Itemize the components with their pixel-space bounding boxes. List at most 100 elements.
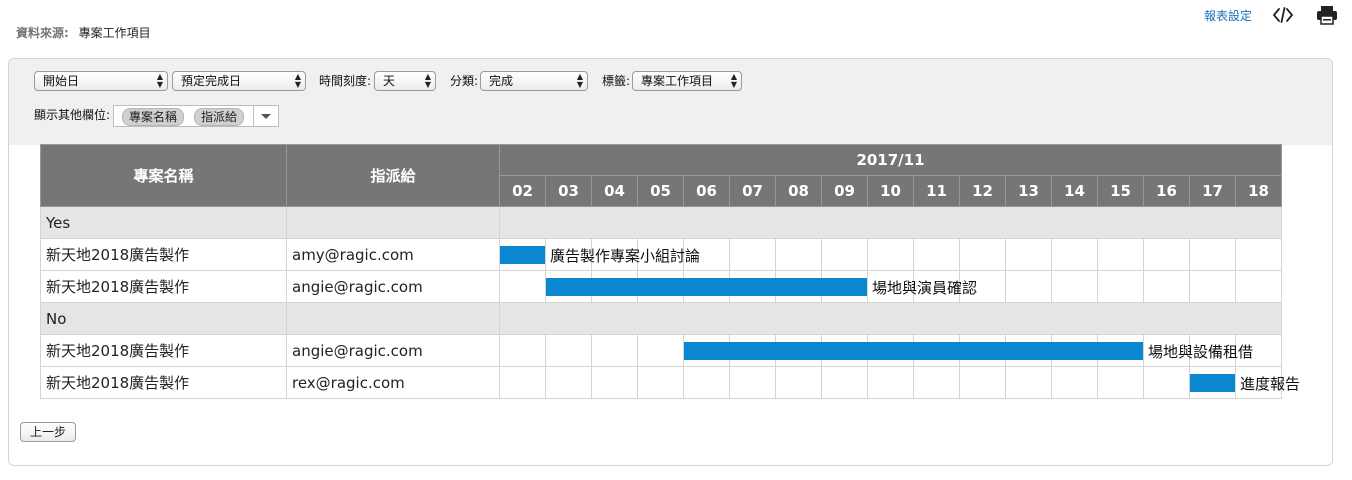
day-cell	[1189, 270, 1236, 303]
data-source: 資料來源: 專案工作項目	[16, 24, 151, 41]
top-toolbar: 報表設定	[1204, 4, 1340, 26]
day-cell	[1143, 270, 1190, 303]
category-select[interactable]: 完成 ▲ ▼	[480, 71, 588, 91]
group-row: Yes	[40, 206, 1282, 239]
day-cell	[1051, 270, 1098, 303]
day-cell	[1143, 238, 1190, 271]
task-label: 場地與演員確認	[872, 279, 978, 297]
day-cell	[545, 366, 592, 399]
day-header: 14	[1051, 175, 1098, 207]
category-label: 分類:	[450, 74, 479, 88]
day-header: 12	[959, 175, 1006, 207]
end-date-select[interactable]: 預定完成日 ▲ ▼	[172, 71, 306, 91]
start-date-select-value: 開始日	[43, 74, 80, 88]
tag-label: 標籤:	[602, 74, 631, 88]
task-bar[interactable]	[546, 278, 867, 296]
day-cell	[637, 334, 684, 367]
column-header-assignee: 指派給	[286, 144, 500, 207]
day-cell	[683, 366, 730, 399]
group-filler	[286, 206, 500, 239]
day-header: 10	[867, 175, 914, 207]
day-cell	[499, 334, 546, 367]
select-arrows-icon: ▲ ▼	[156, 72, 163, 89]
day-cell	[959, 238, 1006, 271]
table-row[interactable]: 新天地2018廣告製作 rex@ragic.com 進度報告	[40, 366, 1300, 399]
day-header: 18	[1235, 175, 1282, 207]
gantt-body: Yes 新天地2018廣告製作 amy@ragic.com 廣告製作專案小組討論 新天地…	[40, 206, 1300, 399]
day-header: 09	[821, 175, 868, 207]
day-cell	[545, 334, 592, 367]
task-bar[interactable]	[1190, 374, 1235, 392]
day-cell	[1235, 238, 1282, 271]
group-label: No	[40, 302, 287, 335]
day-cell	[1097, 270, 1144, 303]
day-cell	[591, 366, 638, 399]
day-header: 07	[729, 175, 776, 207]
group-filler	[499, 302, 1282, 335]
report-settings-link[interactable]: 報表設定	[1204, 7, 1252, 24]
project-name-cell: 新天地2018廣告製作	[40, 238, 287, 271]
printer-icon[interactable]	[1314, 4, 1340, 26]
day-cell	[499, 366, 546, 399]
code-icon[interactable]	[1270, 4, 1296, 26]
day-header: 06	[683, 175, 730, 207]
group-label: Yes	[40, 206, 287, 239]
group-filler	[286, 302, 500, 335]
data-source-value: 專案工作項目	[78, 26, 151, 40]
start-date-select[interactable]: 開始日 ▲ ▼	[34, 71, 168, 91]
other-fields-multiselect[interactable]: 專案名稱 指派給	[113, 105, 279, 127]
chevron-down-icon[interactable]	[253, 106, 278, 126]
day-cell	[867, 366, 914, 399]
select-arrows-icon: ▲ ▼	[294, 72, 301, 89]
back-button[interactable]: 上一步	[20, 422, 76, 442]
day-header: 11	[913, 175, 960, 207]
day-header: 03	[545, 175, 592, 207]
group-filler	[499, 206, 1282, 239]
task-bar[interactable]	[684, 342, 1143, 360]
table-row[interactable]: 新天地2018廣告製作 amy@ragic.com 廣告製作專案小組討論	[40, 238, 1282, 271]
day-cell	[1143, 366, 1190, 399]
task-label: 進度報告	[1240, 375, 1301, 393]
category-select-value: 完成	[489, 74, 514, 88]
day-cell	[1235, 270, 1282, 303]
day-cell	[729, 366, 776, 399]
day-cell	[1189, 238, 1236, 271]
day-cell	[499, 270, 546, 303]
day-header: 16	[1143, 175, 1190, 207]
day-header: 13	[1005, 175, 1052, 207]
task-label: 場地與設備租借	[1148, 343, 1254, 361]
field-tag-project-name[interactable]: 專案名稱	[122, 108, 185, 126]
table-row[interactable]: 新天地2018廣告製作 angie@ragic.com 場地與設備租借	[40, 334, 1282, 367]
other-fields-label: 顯示其他欄位:	[34, 108, 111, 122]
day-cell	[729, 238, 776, 271]
select-arrows-icon: ▲ ▼	[730, 72, 737, 89]
time-scale-select[interactable]: 天 ▲ ▼	[374, 71, 436, 91]
assignee-cell: amy@ragic.com	[286, 238, 500, 271]
day-header: 04	[591, 175, 638, 207]
table-row[interactable]: 新天地2018廣告製作 angie@ragic.com 場地與演員確認	[40, 270, 1282, 303]
day-cell	[1005, 238, 1052, 271]
day-cell	[775, 238, 822, 271]
tag-select-value: 專案工作項目	[641, 74, 714, 88]
field-tag-assignee[interactable]: 指派給	[194, 108, 245, 126]
select-arrows-icon: ▲ ▼	[424, 72, 431, 89]
day-cell: 場地與演員確認	[545, 270, 977, 303]
day-cell	[1005, 270, 1052, 303]
day-cell	[959, 366, 1006, 399]
day-header: 15	[1097, 175, 1144, 207]
tag-select[interactable]: 專案工作項目 ▲ ▼	[632, 71, 742, 91]
task-bar[interactable]	[500, 246, 545, 264]
day-cell	[1097, 238, 1144, 271]
day-cell	[1051, 366, 1098, 399]
day-cell	[821, 238, 868, 271]
assignee-cell: angie@ragic.com	[286, 334, 500, 367]
column-header-project: 專案名稱	[40, 144, 287, 207]
assignee-cell: angie@ragic.com	[286, 270, 500, 303]
data-source-label: 資料來源:	[16, 26, 69, 40]
day-header: 02	[499, 175, 546, 207]
project-name-cell: 新天地2018廣告製作	[40, 334, 287, 367]
project-name-cell: 新天地2018廣告製作	[40, 366, 287, 399]
day-cell	[867, 238, 914, 271]
day-cell	[1051, 238, 1098, 271]
day-header: 05	[637, 175, 684, 207]
